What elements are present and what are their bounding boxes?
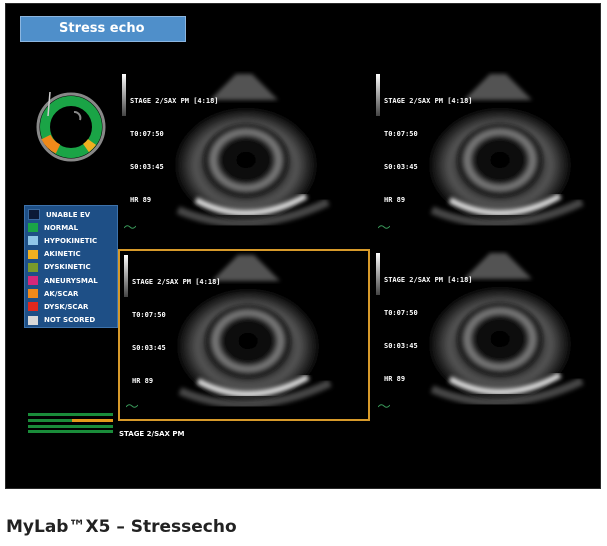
legend-swatch xyxy=(28,209,40,221)
pane-heart-rate: HR 89 xyxy=(132,377,154,385)
legend-label: NOT SCORED xyxy=(44,316,96,325)
legend-label: UNABLE EV xyxy=(46,210,91,219)
legend-item: NOT SCORED xyxy=(28,314,114,327)
echo-view-pane[interactable]: STAGE 2/SAX PM [4:18] T0:07:50 S0:03:45 … xyxy=(372,249,600,421)
stage-progress-bars[interactable] xyxy=(28,411,113,433)
grayscale-bar xyxy=(124,255,128,297)
pane-stage-label: STAGE 2/SAX PM [4:18] xyxy=(130,97,219,105)
legend-swatch xyxy=(28,249,38,259)
legend-item: AKINETIC xyxy=(28,248,114,261)
stress-echo-viewer: Stress echo UNABLE EV NORMAL HYPOKINETIC AK… xyxy=(5,3,601,489)
echo-view-pane[interactable]: STAGE 2/SAX PM [4:18] T0:07:50 S0:03:45 … xyxy=(118,249,370,421)
legend-item: UNABLE EV xyxy=(28,208,114,221)
legend-swatch xyxy=(28,223,38,233)
legend-swatch xyxy=(28,236,38,246)
legend-label: DYSK/SCAR xyxy=(44,302,89,311)
legend-label: AK/SCAR xyxy=(44,289,79,298)
legend-label: HYPOKINETIC xyxy=(44,236,98,245)
progress-fill xyxy=(72,419,113,422)
bullseye-diagram-icon[interactable] xyxy=(28,84,114,170)
pane-heart-rate: HR 89 xyxy=(130,196,152,204)
pane-stage-label: STAGE 2/SAX PM [4:18] xyxy=(132,278,221,286)
legend-item: HYPOKINETIC xyxy=(28,234,114,247)
pane-heart-rate: HR 89 xyxy=(384,196,406,204)
pane-time: T0:07:50 xyxy=(384,130,418,138)
pane-stage-time: S0:03:45 xyxy=(132,344,166,352)
stage-caption: STAGE 2/SAX PM xyxy=(119,430,185,438)
pane-info: STAGE 2/SAX PM [4:18] T0:07:50 S0:03:45 … xyxy=(122,74,219,228)
app-title: Stress echo xyxy=(59,21,145,36)
pane-stage-time: S0:03:45 xyxy=(384,342,418,350)
echo-view-pane[interactable]: STAGE 2/SAX PM [4:18] T0:07:50 S0:03:45 … xyxy=(118,70,370,242)
legend-item: DYSK/SCAR xyxy=(28,300,114,313)
pane-time: T0:07:50 xyxy=(132,311,166,319)
legend-label: DYSKINETIC xyxy=(44,263,91,272)
pane-time: T0:07:50 xyxy=(130,130,164,138)
pane-info: STAGE 2/SAX PM [4:18] T0:07:50 S0:03:45 … xyxy=(124,255,221,409)
legend-swatch xyxy=(28,302,38,312)
legend-item: NORMAL xyxy=(28,221,114,234)
legend-swatch xyxy=(28,276,38,286)
grayscale-bar xyxy=(376,253,380,295)
figure-caption: MyLab™X5 – Stressecho xyxy=(6,517,237,537)
pane-time: T0:07:50 xyxy=(384,309,418,317)
legend-label: AKINETIC xyxy=(44,250,81,259)
legend-swatch xyxy=(28,262,38,272)
pane-heart-rate: HR 89 xyxy=(384,375,406,383)
grayscale-bar xyxy=(376,74,380,116)
legend-item: AK/SCAR xyxy=(28,287,114,300)
legend-item: ANEURYSMAL xyxy=(28,274,114,287)
pane-stage-label: STAGE 2/SAX PM [4:18] xyxy=(384,276,473,284)
pane-stage-time: S0:03:45 xyxy=(384,163,418,171)
legend-swatch xyxy=(28,289,38,299)
legend-label: NORMAL xyxy=(44,223,79,232)
pane-info: STAGE 2/SAX PM [4:18] T0:07:50 S0:03:45 … xyxy=(376,74,473,228)
pane-stage-label: STAGE 2/SAX PM [4:18] xyxy=(384,97,473,105)
app-title-bar: Stress echo xyxy=(20,16,186,42)
grayscale-bar xyxy=(122,74,126,116)
legend-swatch xyxy=(28,315,38,325)
echo-view-pane[interactable]: STAGE 2/SAX PM [4:18] T0:07:50 S0:03:45 … xyxy=(372,70,600,242)
pane-stage-time: S0:03:45 xyxy=(130,163,164,171)
wall-motion-legend: UNABLE EV NORMAL HYPOKINETIC AKINETIC DYSKIN… xyxy=(24,205,118,328)
pane-info: STAGE 2/SAX PM [4:18] T0:07:50 S0:03:45 … xyxy=(376,253,473,407)
legend-item: DYSKINETIC xyxy=(28,261,114,274)
legend-label: ANEURYSMAL xyxy=(44,276,98,285)
